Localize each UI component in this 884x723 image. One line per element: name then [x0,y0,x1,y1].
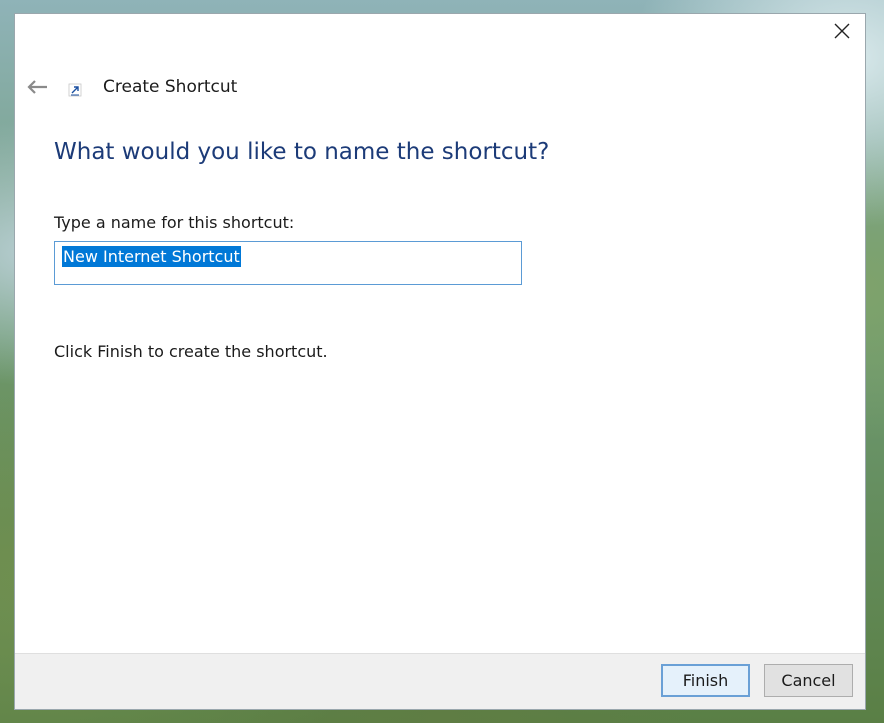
close-icon [834,23,850,39]
close-button[interactable] [827,18,857,44]
wizard-title: Create Shortcut [103,77,238,97]
name-field-label: Type a name for this shortcut: [54,213,295,232]
back-arrow-icon [27,80,47,94]
create-shortcut-dialog: Create Shortcut What would you like to n… [14,13,866,710]
page-heading: What would you like to name the shortcut… [54,139,550,165]
back-button[interactable] [24,76,50,98]
selected-text: New Internet Shortcut [62,246,241,267]
dialog-footer: Finish Cancel [15,653,865,709]
shortcut-icon [68,83,82,97]
cancel-button[interactable]: Cancel [764,664,853,697]
shortcut-name-input[interactable]: New Internet Shortcut [54,241,522,285]
finish-button[interactable]: Finish [661,664,750,697]
finish-hint: Click Finish to create the shortcut. [54,342,328,361]
